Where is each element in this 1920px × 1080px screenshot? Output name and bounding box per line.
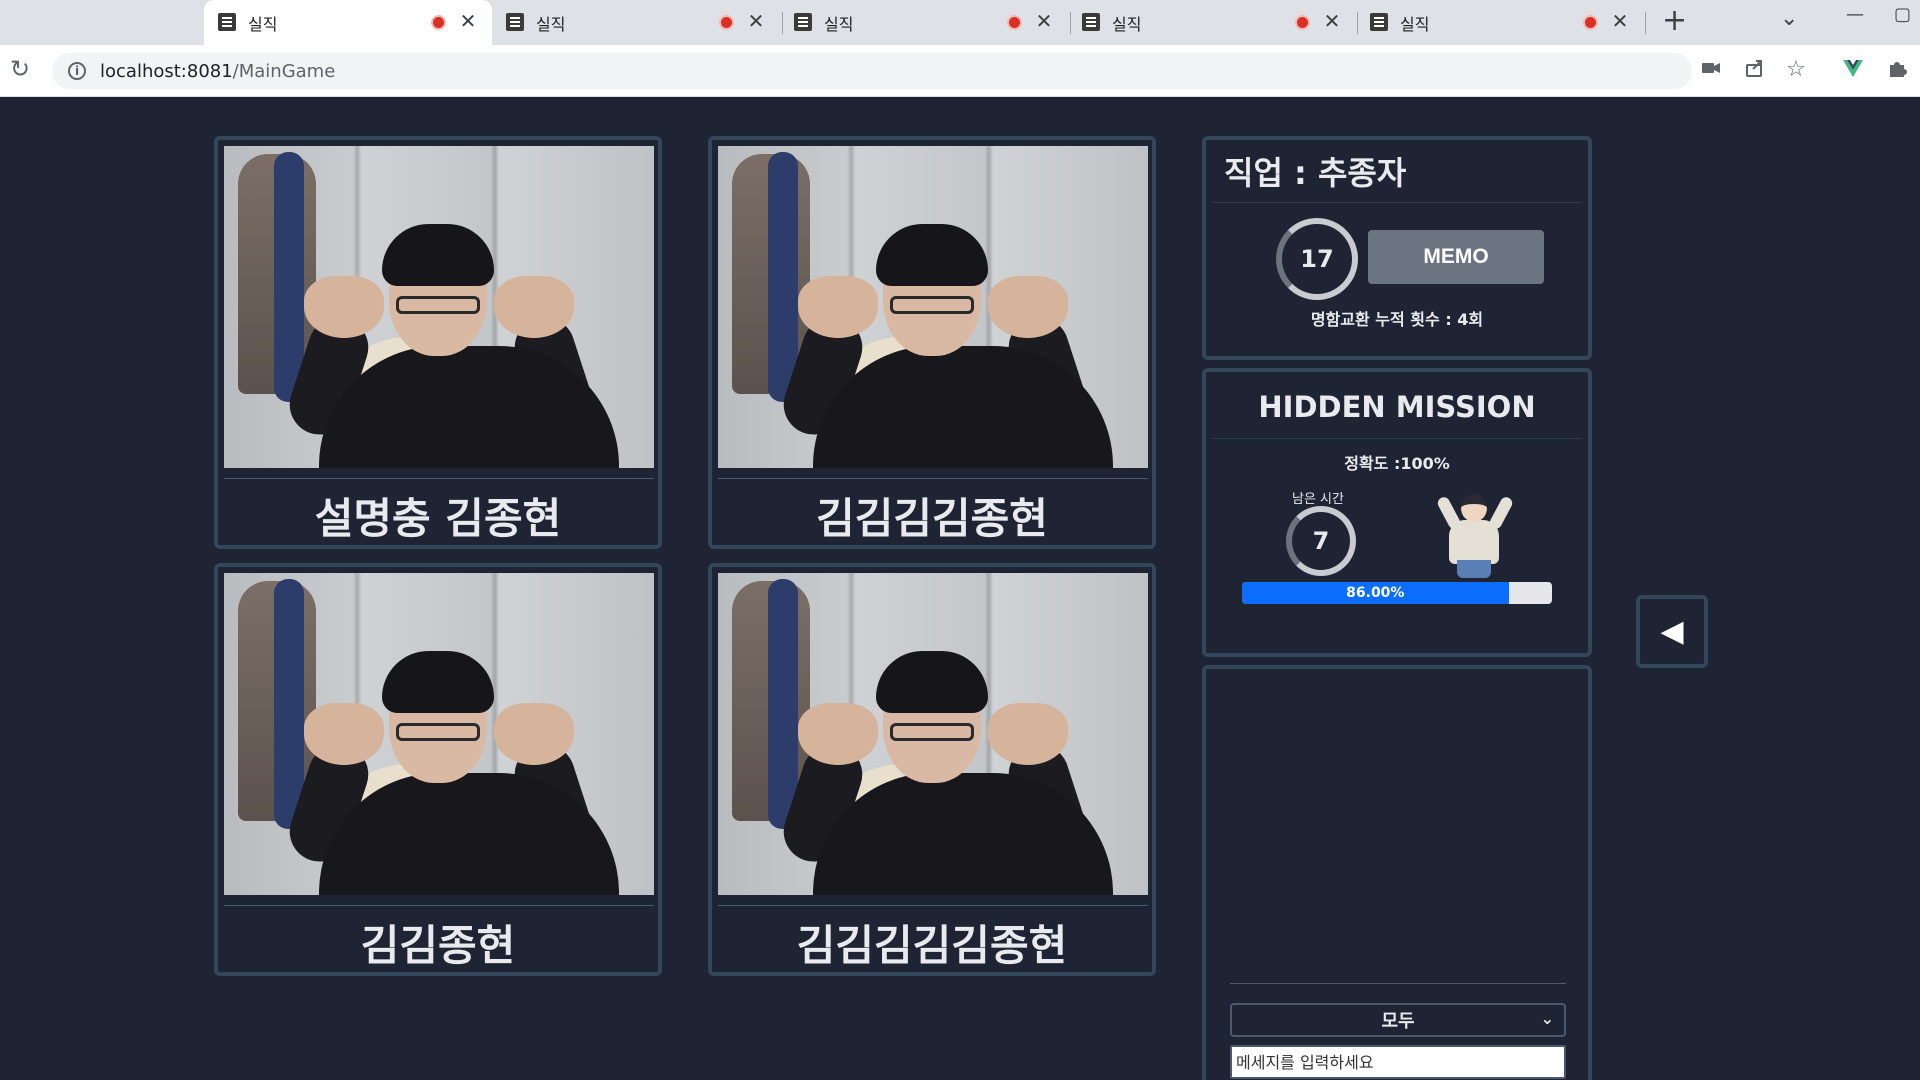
url-text: localhost:8081/MainGame: [100, 61, 335, 82]
recording-indicator-icon: [1583, 15, 1598, 30]
browser-tab[interactable]: 실직 ✕: [780, 0, 1068, 45]
close-tab-icon[interactable]: ✕: [1322, 10, 1342, 32]
recording-indicator-icon: [431, 15, 446, 30]
memo-button[interactable]: MEMO: [1368, 230, 1544, 284]
accuracy-text: 정확도 :100%: [1344, 454, 1450, 473]
new-tab-plus-icon[interactable]: +: [1662, 6, 1687, 36]
browser-tab[interactable]: 실직 ✕: [1068, 0, 1356, 45]
browser-tab-active[interactable]: 실직 ✕: [204, 0, 492, 45]
share-icon[interactable]: [1744, 57, 1766, 85]
maximize-window-icon[interactable]: ▢: [1894, 4, 1911, 25]
remaining-time-ring: 7: [1286, 506, 1356, 576]
address-bar[interactable]: i localhost:8081/MainGame: [52, 53, 1692, 89]
page-favicon-icon: [1370, 13, 1388, 31]
minimize-window-icon[interactable]: —: [1846, 4, 1864, 25]
close-tab-icon[interactable]: ✕: [746, 10, 766, 32]
browser-tab[interactable]: 실직 ✕: [492, 0, 780, 45]
mission-progress-fill: 86.00%: [1242, 582, 1509, 604]
chat-message-input[interactable]: [1230, 1045, 1566, 1079]
triangle-left-icon: ◀: [1660, 614, 1684, 649]
puzzle-icon[interactable]: [1886, 57, 1908, 85]
close-tab-icon[interactable]: ✕: [1034, 10, 1054, 32]
recording-indicator-icon: [1295, 15, 1310, 30]
collapse-panel-button[interactable]: ◀: [1636, 595, 1708, 668]
tab-search-chevron-icon[interactable]: ⌄: [1780, 6, 1798, 31]
card-divider: [718, 478, 1148, 479]
chat-target-select[interactable]: 모두 ⌄: [1230, 1003, 1566, 1037]
camera-icon[interactable]: [1700, 57, 1722, 85]
hidden-mission-panel: HIDDEN MISSION 정확도 :100% 남은 시간 7 86.00%: [1202, 368, 1592, 657]
job-panel: 직업 : 추종자 17 MEMO 명함교환 누적 횟수 : 4회: [1202, 136, 1592, 360]
page-favicon-icon: [794, 13, 812, 31]
tab-title: 실직: [1112, 15, 1142, 34]
bookmark-star-icon[interactable]: ☆: [1786, 57, 1806, 82]
recording-indicator-icon: [1007, 15, 1022, 30]
mission-progress-bar: 86.00%: [1242, 582, 1552, 604]
remaining-time-label: 남은 시간: [1292, 492, 1344, 507]
card-divider: [224, 905, 654, 906]
card-divider: [224, 478, 654, 479]
player-name: 김김종현: [360, 921, 516, 970]
player-name: 김김김김종현: [816, 494, 1048, 543]
page-favicon-icon: [218, 13, 236, 31]
tab-title: 실직: [1400, 15, 1430, 34]
player-video: [224, 573, 654, 895]
url-host: localhost:8081: [100, 61, 233, 82]
page-favicon-icon: [506, 13, 524, 31]
tab-title: 실직: [536, 15, 566, 34]
panel-divider: [1212, 438, 1582, 439]
card-divider: [718, 905, 1148, 906]
player-name: 설명충 김종현: [314, 494, 562, 543]
card-exchange-count: 명함교환 누적 횟수 : 4회: [1310, 310, 1484, 329]
reload-icon[interactable]: ↻: [10, 55, 30, 83]
vue-devtools-icon[interactable]: [1842, 57, 1864, 85]
turn-timer-ring: 17: [1276, 218, 1358, 300]
job-title: 직업 : 추종자: [1224, 154, 1407, 192]
panel-divider: [1212, 202, 1582, 203]
turn-timer-value: 17: [1300, 245, 1334, 273]
chat-divider: [1230, 983, 1566, 984]
chat-target-value: 모두: [1381, 1011, 1415, 1032]
tab-title: 실직: [248, 15, 278, 34]
chat-panel: 모두 ⌄: [1202, 665, 1592, 1080]
hidden-mission-title: HIDDEN MISSION: [1258, 390, 1536, 424]
page-favicon-icon: [1082, 13, 1100, 31]
player-video: [224, 146, 654, 468]
close-tab-icon[interactable]: ✕: [458, 10, 478, 32]
player-card: 설명충 김종현: [214, 136, 662, 549]
player-video: [718, 573, 1148, 895]
info-icon[interactable]: i: [68, 62, 86, 80]
player-name: 김김김김김종현: [796, 921, 1068, 970]
player-card: 김김김김김종현: [708, 563, 1156, 976]
mission-pose-avatar: [1435, 490, 1515, 578]
tab-title: 실직: [824, 15, 854, 34]
chevron-down-icon: ⌄: [1540, 1009, 1554, 1028]
player-card: 김김종현: [214, 563, 662, 976]
player-video: [718, 146, 1148, 468]
browser-toolbar: ↻ i localhost:8081/MainGame ☆: [0, 45, 1920, 97]
remaining-time-value: 7: [1312, 527, 1330, 555]
url-path: /MainGame: [232, 61, 336, 82]
close-tab-icon[interactable]: ✕: [1610, 10, 1630, 32]
player-card: 김김김김종현: [708, 136, 1156, 549]
browser-tabstrip: ✕ 실직 ✕ 실직 ✕ 실직 ✕ 실직 ✕ 실직 ✕ + ⌄ — ▢: [0, 0, 1920, 45]
recording-indicator-icon: [719, 15, 734, 30]
tab-separator: [1645, 12, 1646, 34]
browser-tab[interactable]: 실직 ✕: [1356, 0, 1644, 45]
